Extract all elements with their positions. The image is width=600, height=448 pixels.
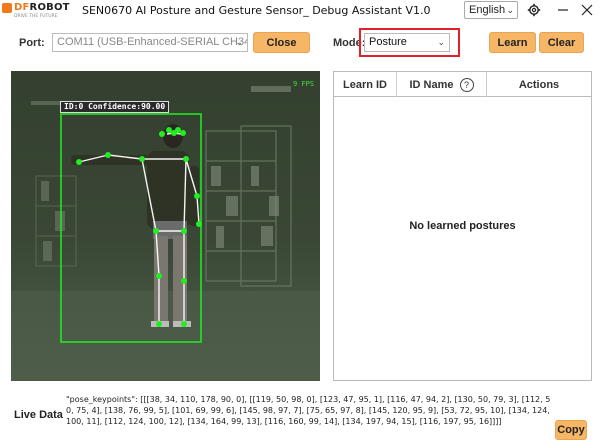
- close-icon[interactable]: [580, 3, 594, 17]
- empty-state-message: No learned postures: [409, 220, 516, 232]
- chevron-down-icon: ⌄: [506, 5, 514, 15]
- camera-preview: 9 FPS ID:0 Confidence:90.00: [11, 71, 320, 381]
- clear-button[interactable]: Clear: [539, 32, 584, 53]
- port-value: COM11 (USB-Enhanced-SERIAL CH343): [57, 36, 248, 48]
- title-bar: DFROBOT DRIVE THE FUTURE SEN0670 AI Post…: [0, 0, 600, 22]
- live-data-box[interactable]: "pose_keypoints": [[[38, 34, 110, 178, 9…: [63, 391, 593, 445]
- fps-readout: 9 FPS: [293, 80, 315, 88]
- mode-select[interactable]: Posture ⌄: [364, 33, 450, 52]
- port-select[interactable]: COM11 (USB-Enhanced-SERIAL CH343) ⌄: [52, 33, 248, 52]
- live-data-text: "pose_keypoints": [[[38, 34, 110, 178, 9…: [66, 395, 551, 426]
- minimize-icon[interactable]: [556, 3, 570, 17]
- language-value: English: [469, 4, 506, 16]
- logo-text-right: ROBOT: [29, 2, 70, 13]
- learned-postures-table: Learn ID ID Name ? Actions No learned po…: [333, 71, 592, 381]
- dfrobot-logo: DFROBOT DRIVE THE FUTURE: [2, 2, 78, 20]
- port-label: Port:: [19, 37, 45, 49]
- column-header-id-name: ID Name ?: [397, 72, 487, 97]
- mode-value: Posture: [369, 36, 407, 48]
- logo-mark-icon: [2, 2, 12, 13]
- detection-label: ID:0 Confidence:90.00: [60, 101, 170, 113]
- logo-tagline: DRIVE THE FUTURE: [14, 14, 58, 19]
- settings-icon[interactable]: [527, 3, 541, 17]
- logo-text-left: DF: [14, 2, 30, 13]
- chevron-down-icon: ⌄: [235, 37, 243, 47]
- column-header-actions: Actions: [518, 78, 560, 91]
- learn-button[interactable]: Learn: [489, 32, 536, 53]
- language-select[interactable]: English ⌄: [464, 1, 518, 19]
- table-header: Learn ID ID Name ? Actions: [334, 72, 591, 97]
- app-title: SEN0670 AI Posture and Gesture Sensor_ D…: [82, 4, 431, 17]
- close-port-button[interactable]: Close: [253, 32, 310, 53]
- column-header-learn-id: Learn ID: [334, 72, 397, 97]
- camera-scene: [11, 71, 320, 381]
- live-data-label: Live Data: [14, 409, 63, 421]
- copy-button[interactable]: Copy: [555, 420, 587, 440]
- help-icon[interactable]: ?: [459, 77, 474, 92]
- chevron-down-icon: ⌄: [437, 37, 445, 47]
